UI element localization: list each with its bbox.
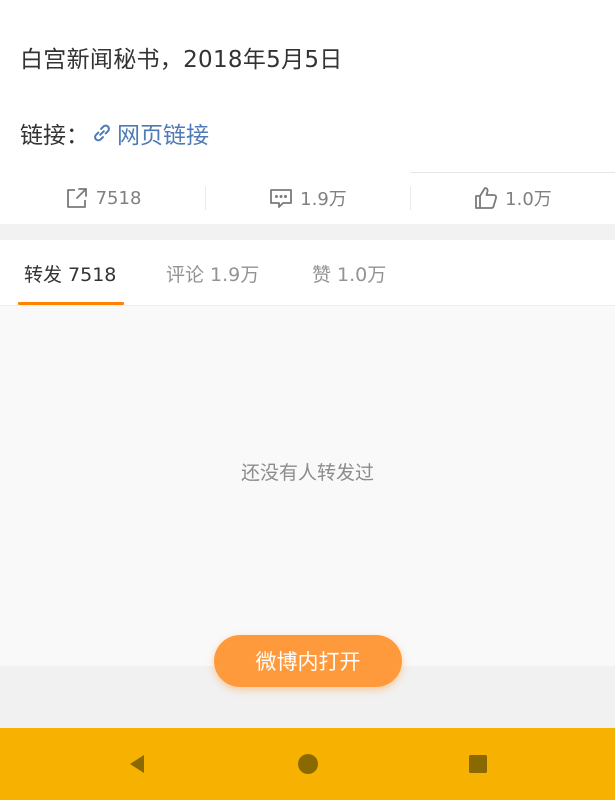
- link-label: 链接：: [20, 123, 89, 149]
- post-text: 白宫新闻秘书，2018年5月5日: [20, 47, 343, 73]
- system-nav-bar: [0, 728, 615, 800]
- tab-reposts[interactable]: 转发 7518: [24, 260, 116, 287]
- section-gap: [0, 224, 615, 240]
- repost-icon: [66, 188, 87, 208]
- tab-bar: 转发 7518 评论 1.9万 赞 1.0万: [0, 240, 615, 306]
- like-button[interactable]: 1.0万: [410, 172, 615, 224]
- link-line: 链接： 网页链接: [20, 116, 209, 150]
- comment-icon: [270, 189, 293, 208]
- like-count: 1.0万: [505, 189, 552, 210]
- comment-count: 1.9万: [300, 189, 347, 210]
- weibo-reposts-page: 白宫新闻秘书，2018年5月5日 链接： 网页链接 7518 1.9万 1.0万…: [0, 0, 615, 800]
- like-icon: [475, 187, 498, 209]
- action-bar: 7518 1.9万 1.0万: [0, 172, 615, 224]
- open-in-weibo-button[interactable]: 微博内打开: [214, 635, 402, 687]
- tab-comments[interactable]: 评论 1.9万: [166, 260, 259, 287]
- comment-button[interactable]: 1.9万: [205, 172, 410, 224]
- web-link[interactable]: 网页链接: [117, 116, 209, 150]
- tab-likes[interactable]: 赞 1.0万: [312, 260, 386, 287]
- link-icon[interactable]: [91, 122, 113, 144]
- recent-apps-icon[interactable]: [466, 752, 490, 776]
- empty-message: 还没有人转发过: [240, 462, 374, 484]
- active-tab-indicator: [18, 302, 124, 305]
- repost-button[interactable]: 7518: [0, 172, 205, 224]
- repost-count: 7518: [95, 187, 142, 209]
- reposts-list: 还没有人转发过: [0, 306, 615, 666]
- home-icon[interactable]: [296, 752, 320, 776]
- back-icon[interactable]: [126, 752, 150, 776]
